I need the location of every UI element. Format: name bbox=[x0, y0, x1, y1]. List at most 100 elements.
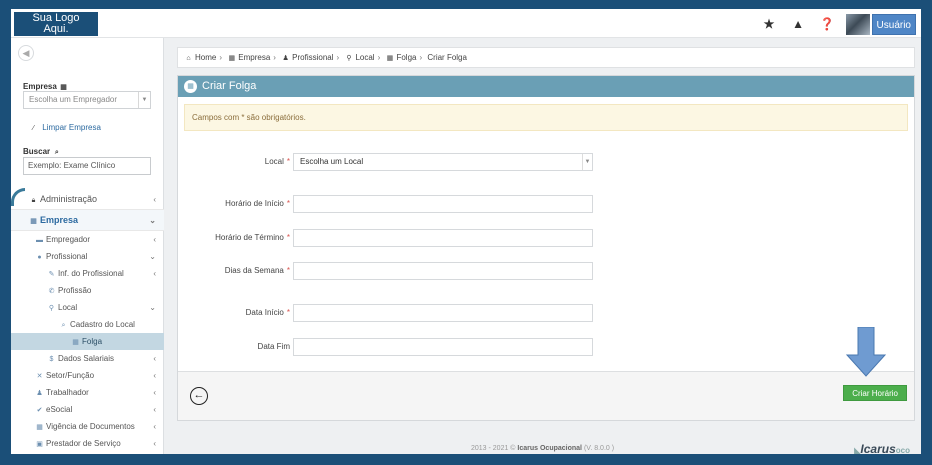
horario-termino-label: Horário de Término * bbox=[215, 233, 290, 242]
sidebar-menu: 🔒︎ Administração ‹ ▦ Empresa ⌄ ▬ Empregador… bbox=[11, 189, 164, 452]
sidebar-item-local[interactable]: ⚲ Local ⌄ bbox=[11, 299, 164, 316]
car-icon: ▣ bbox=[36, 441, 43, 448]
warning-icon[interactable]: ▲ bbox=[784, 17, 813, 31]
user-button[interactable]: Usuário bbox=[871, 13, 916, 35]
chevron-left-icon: ‹ bbox=[153, 422, 156, 431]
sidebar-item-vigencia-documentos[interactable]: ▦ Vigência de Documentos ‹ bbox=[11, 418, 164, 435]
sidebar-item-dados-salariais[interactable]: $ Dados Salariais ‹ bbox=[11, 350, 164, 367]
chevron-left-icon: ‹ bbox=[153, 405, 156, 414]
calendar-icon: ▦ bbox=[184, 80, 197, 93]
local-select[interactable]: Escolha um Local ▼ bbox=[293, 153, 593, 171]
broom-icon: ⁄ bbox=[32, 125, 35, 132]
lock-icon: 🔒︎ bbox=[31, 197, 36, 204]
chevron-left-icon: ‹ bbox=[153, 439, 156, 448]
form-row-data-inicio: Data Início * bbox=[178, 304, 916, 322]
chevron-down-icon: ▼ bbox=[138, 92, 150, 108]
horario-inicio-label: Horário de Início * bbox=[225, 199, 290, 208]
sidebar-item-empresa[interactable]: ▦ Empresa ⌄ bbox=[11, 210, 164, 231]
dias-semana-label: Dias da Semana * bbox=[224, 266, 290, 275]
icarus-logo: ◣Icarusᴏᴄᴏ bbox=[854, 442, 910, 454]
chevron-left-icon: ‹ bbox=[153, 235, 156, 244]
person-icon: ♟ bbox=[36, 390, 43, 397]
empresa-label: Empresa ▦ bbox=[23, 82, 67, 91]
sidebar-item-administracao[interactable]: 🔒︎ Administração ‹ bbox=[11, 189, 164, 210]
breadcrumb-folga[interactable]: Folga bbox=[396, 53, 416, 62]
search-input[interactable]: Exemplo: Exame Clínico bbox=[23, 157, 151, 175]
sidebar-item-cadastro-local[interactable]: ⌕ Cadastro do Local bbox=[11, 316, 164, 333]
search-icon: ⌕ bbox=[54, 149, 59, 156]
wrench-icon: ✆ bbox=[48, 288, 55, 295]
calendar-icon: ▦ bbox=[386, 55, 394, 62]
breadcrumb-profissional[interactable]: Profissional bbox=[292, 53, 333, 62]
building-icon: ▦ bbox=[228, 55, 236, 62]
back-arrow-icon[interactable]: ← bbox=[190, 387, 208, 405]
sidebar-item-esocial[interactable]: ✔ eSocial ‹ bbox=[11, 401, 164, 418]
data-inicio-input[interactable] bbox=[293, 304, 593, 322]
chevron-left-icon: ‹ bbox=[153, 388, 156, 397]
sidebar-item-profissional[interactable]: ● Profissional ⌄ bbox=[11, 248, 164, 265]
breadcrumb-local[interactable]: Local bbox=[355, 53, 374, 62]
form-row-horario-termino: Horário de Término * bbox=[178, 229, 916, 247]
sidebar-item-prestador-servico[interactable]: ▣ Prestador de Serviço ‹ bbox=[11, 435, 164, 452]
chevron-left-icon: ‹ bbox=[153, 195, 156, 204]
clear-empresa-link[interactable]: ⁄ Limpar Empresa bbox=[29, 123, 101, 132]
dias-semana-input[interactable] bbox=[293, 262, 593, 280]
form-row-horario-inicio: Horário de Início * bbox=[178, 195, 916, 213]
sidebar: ◀ Empresa ▦ Escolha um Empregador ▼ ⁄ Li… bbox=[11, 38, 164, 454]
pencil-icon: ✎ bbox=[48, 271, 55, 278]
logo[interactable]: Sua Logo Aqui. bbox=[14, 12, 98, 36]
building-icon: ▦ bbox=[30, 218, 37, 225]
criar-horario-button[interactable]: Criar Horário bbox=[843, 385, 907, 401]
map-marker-icon: ⚲ bbox=[48, 305, 55, 312]
data-fim-input[interactable] bbox=[293, 338, 593, 356]
form-row-data-fim: Data Fim bbox=[178, 338, 916, 356]
data-inicio-label: Data Início * bbox=[245, 308, 290, 317]
star-icon[interactable]: ★ bbox=[755, 17, 784, 31]
chevron-left-icon: ‹ bbox=[153, 371, 156, 380]
building-icon: ▦ bbox=[60, 84, 67, 91]
chevron-left-icon: ‹ bbox=[153, 354, 156, 363]
annotation-arrow-icon bbox=[845, 327, 887, 377]
chevron-down-icon: ⌄ bbox=[149, 252, 156, 261]
sidebar-item-setor-funcao[interactable]: ✕ Setor/Função ‹ bbox=[11, 367, 164, 384]
dollar-icon: $ bbox=[49, 356, 54, 363]
calendar-icon: ▦ bbox=[36, 424, 43, 431]
panel-header: ▦ Criar Folga bbox=[178, 76, 914, 97]
map-marker-icon: ⚲ bbox=[346, 55, 352, 62]
home-icon: ⌂ bbox=[186, 55, 191, 62]
page-title: Criar Folga bbox=[202, 80, 257, 92]
panel-footer: ← Criar Horário bbox=[178, 371, 914, 420]
logo-line-2: Aqui. bbox=[43, 23, 69, 35]
empresa-select[interactable]: Escolha um Empregador ▼ bbox=[23, 91, 151, 109]
avatar[interactable] bbox=[845, 13, 870, 35]
sidebar-item-folga[interactable]: ▦ Folga bbox=[11, 333, 164, 350]
local-label: Local * bbox=[264, 157, 290, 166]
data-fim-label: Data Fim bbox=[257, 342, 290, 351]
horario-termino-input[interactable] bbox=[293, 229, 593, 247]
top-bar: Sua Logo Aqui. ★ ▲ ❓ Usuário bbox=[11, 9, 921, 38]
user-icon: ● bbox=[37, 254, 42, 261]
form-row-dias-semana: Dias da Semana * bbox=[178, 262, 916, 280]
sidebar-item-profissao[interactable]: ✆ Profissão bbox=[11, 282, 164, 299]
criar-folga-panel: ▦ Criar Folga Campos com * são obrigatór… bbox=[177, 75, 915, 421]
chevron-left-icon: ‹ bbox=[153, 269, 156, 278]
breadcrumb-home[interactable]: Home bbox=[195, 53, 216, 62]
sidebar-item-trabalhador[interactable]: ♟ Trabalhador ‹ bbox=[11, 384, 164, 401]
help-icon[interactable]: ❓ bbox=[813, 17, 842, 31]
collapse-sidebar-icon[interactable]: ◀ bbox=[18, 45, 34, 61]
chevron-down-icon: ▼ bbox=[582, 154, 592, 170]
breadcrumb-current: Criar Folga bbox=[427, 53, 467, 62]
tools-icon: ✕ bbox=[36, 373, 43, 380]
search-icon: ⌕ bbox=[61, 322, 66, 329]
horario-inicio-input[interactable] bbox=[293, 195, 593, 213]
form-row-local: Local * Escolha um Local ▼ bbox=[178, 153, 916, 171]
breadcrumb-empresa[interactable]: Empresa bbox=[238, 53, 270, 62]
top-icons: ★ ▲ ❓ Usuário bbox=[755, 13, 916, 35]
check-icon: ✔ bbox=[36, 407, 43, 414]
sidebar-item-inf-profissional[interactable]: ✎ Inf. do Profissional ‹ bbox=[11, 265, 164, 282]
sidebar-item-empregador[interactable]: ▬ Empregador ‹ bbox=[11, 231, 164, 248]
copyright-footer: 2013 - 2021 © Icarus Ocupacional (V. 8.0… bbox=[471, 445, 615, 452]
chevron-down-icon: ⌄ bbox=[149, 303, 156, 312]
calendar-icon: ▦ bbox=[72, 339, 79, 346]
search-label: Buscar ⌕ bbox=[23, 147, 63, 157]
